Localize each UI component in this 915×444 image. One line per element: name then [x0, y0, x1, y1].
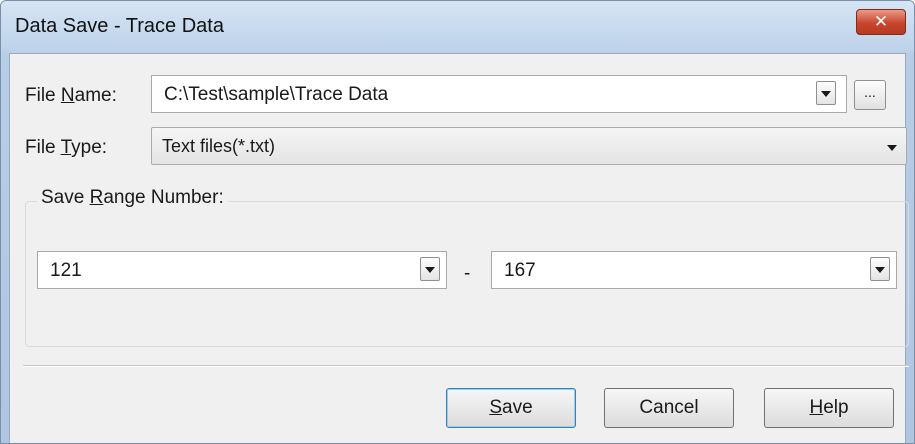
dialog-window: Data Save - Trace Data ✕ File Name: C:\T…	[0, 0, 915, 444]
save-button[interactable]: Save	[446, 388, 576, 428]
file-type-select[interactable]: Text files(*.txt)	[151, 127, 907, 165]
separator-line	[23, 365, 909, 367]
file-name-input[interactable]: C:\Test\sample\Trace Data	[164, 84, 388, 106]
range-start-input[interactable]: 121	[50, 260, 82, 282]
chevron-down-icon	[875, 267, 885, 273]
help-button[interactable]: Help	[764, 388, 894, 428]
window-title: Data Save - Trace Data	[15, 15, 224, 37]
file-name-dropdown-button[interactable]	[816, 81, 836, 105]
close-button[interactable]: ✕	[856, 9, 906, 35]
range-end-input[interactable]: 167	[504, 260, 536, 282]
range-start-combobox[interactable]: 121	[37, 251, 447, 289]
chevron-down-icon	[821, 91, 831, 97]
chevron-down-icon	[887, 145, 897, 151]
range-separator: -	[464, 263, 471, 284]
range-start-dropdown-button[interactable]	[420, 257, 440, 281]
range-end-dropdown-button[interactable]	[870, 257, 890, 281]
browse-button[interactable]: ...	[854, 80, 886, 110]
close-icon: ✕	[873, 12, 889, 32]
save-range-label: Save Range Number:	[37, 187, 228, 209]
file-type-label: File Type:	[25, 137, 108, 158]
title-bar[interactable]: Data Save - Trace Data ✕	[1, 1, 914, 53]
chevron-down-icon	[425, 267, 435, 273]
cancel-button[interactable]: Cancel	[604, 388, 734, 428]
range-end-combobox[interactable]: 167	[491, 251, 897, 289]
file-name-combobox[interactable]: C:\Test\sample\Trace Data	[151, 75, 847, 113]
file-name-label: File Name:	[25, 85, 117, 106]
file-type-value: Text files(*.txt)	[162, 136, 276, 156]
